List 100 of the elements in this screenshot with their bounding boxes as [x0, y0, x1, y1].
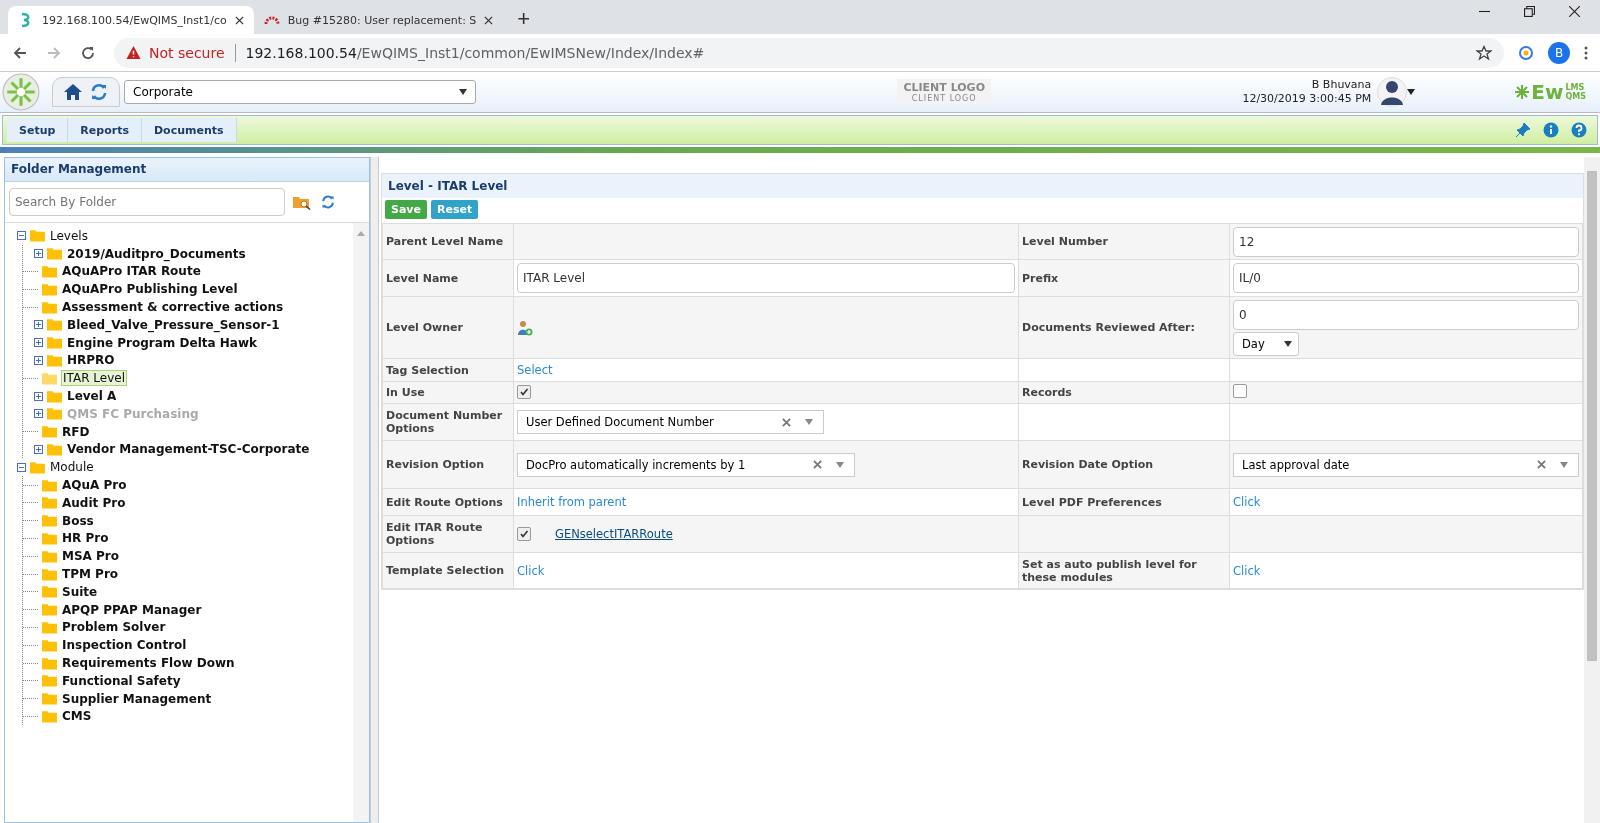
folder-icon	[42, 265, 57, 278]
tree-item[interactable]: ITAR Level	[61, 370, 127, 387]
folder-icon	[42, 496, 57, 510]
site-dropdown[interactable]: Corporate	[124, 80, 476, 104]
text-field[interactable]: ITAR Level	[517, 263, 1015, 293]
tree-item[interactable]: Suite	[61, 584, 99, 599]
info-icon[interactable]	[1543, 122, 1559, 138]
text-field[interactable]: IL/0	[1233, 263, 1579, 293]
link[interactable]: Click	[1233, 495, 1261, 509]
tree-item[interactable]: CMS	[61, 709, 93, 724]
checkbox[interactable]	[1233, 384, 1247, 398]
field-label: Revision Date Option	[1022, 458, 1154, 471]
tree-item[interactable]: 2019/Auditpro_Documents	[66, 246, 247, 261]
warning-icon	[126, 45, 141, 60]
tree-item[interactable]: Supplier Management	[61, 691, 213, 706]
tree-item[interactable]: TPM Pro	[61, 567, 120, 582]
tree-item[interactable]: Functional Safety	[61, 673, 182, 688]
tree-item[interactable]: Assessment & corrective actions	[61, 300, 285, 315]
route-link[interactable]: GENselectITARRoute	[555, 527, 673, 541]
browser-tab[interactable]: 192.168.100.54/EwQIMS_Inst1/co	[8, 6, 254, 34]
help-icon[interactable]	[1571, 122, 1587, 138]
tree-item[interactable]: Engine Program Delta Hawk	[66, 335, 258, 350]
address-bar[interactable]: Not secure 192.168.100.54/EwQIMS_Inst1/common/EwIMSNew/Index/Index#	[114, 37, 1504, 68]
add-user-icon[interactable]	[517, 319, 533, 336]
new-tab-button[interactable]: +	[511, 6, 537, 32]
link[interactable]: Click	[517, 563, 545, 578]
expander-icon[interactable]	[34, 338, 43, 348]
tree-item[interactable]: Requirements Flow Down	[61, 656, 236, 670]
home-icon[interactable]	[63, 82, 83, 102]
expander-icon[interactable]	[17, 462, 26, 472]
number-field[interactable]: 0	[1233, 299, 1579, 330]
tree-item[interactable]: AQuAPro Publishing Level	[61, 282, 239, 297]
clear-icon[interactable]	[781, 417, 791, 427]
checkbox[interactable]	[517, 385, 531, 399]
menu-icon[interactable]	[1584, 44, 1588, 61]
tree-item[interactable]: Levels	[49, 228, 89, 243]
menu-tab[interactable]: Setup	[7, 118, 69, 142]
link[interactable]: Select	[517, 363, 553, 377]
profile-avatar[interactable]: B	[1548, 41, 1570, 64]
close-icon[interactable]	[484, 15, 494, 25]
extension-icon[interactable]	[1518, 44, 1534, 61]
search-field[interactable]: Search By Folder	[9, 188, 285, 216]
tree-item[interactable]: HRPRO	[66, 353, 116, 368]
link[interactable]: Click	[1233, 563, 1261, 578]
scrollbar-thumb[interactable]	[1587, 171, 1597, 661]
expander-icon[interactable]	[34, 355, 43, 365]
tree-item[interactable]: Problem Solver	[61, 620, 167, 635]
folder-search-icon[interactable]	[293, 194, 311, 210]
splitter-handle[interactable]	[370, 157, 379, 823]
menu-tab[interactable]: Reports	[68, 118, 142, 142]
refresh-icon[interactable]	[319, 194, 337, 210]
tree-item[interactable]: MSA Pro	[61, 549, 120, 564]
tree-item[interactable]: RFD	[61, 424, 91, 439]
refresh-icon[interactable]	[89, 82, 109, 102]
restore-icon[interactable]	[1524, 5, 1535, 17]
tree-item[interactable]: Boss	[61, 513, 95, 528]
folder-icon	[47, 353, 62, 367]
unit-dropdown[interactable]: Day	[1233, 331, 1299, 356]
close-icon[interactable]	[234, 15, 244, 25]
menu-tab[interactable]: Documents	[141, 118, 237, 142]
field-label: Level Owner	[386, 321, 463, 334]
caret-icon	[1560, 461, 1568, 468]
field-label: Set as auto publish level for these modules	[1022, 557, 1197, 584]
tree-item[interactable]: AQuA Pro	[61, 478, 128, 493]
checkbox[interactable]	[517, 527, 531, 541]
caret-icon	[1284, 340, 1292, 347]
expander-icon[interactable]	[34, 249, 43, 259]
browser-tab[interactable]: Bug #15280: User replacement: S	[253, 6, 504, 34]
expander-icon[interactable]	[34, 444, 43, 454]
expander-icon[interactable]	[34, 320, 43, 330]
form-title: Level - ITAR Level	[382, 174, 1583, 198]
tree-item[interactable]: Level A	[66, 389, 118, 404]
tree-item[interactable]: Module	[49, 460, 95, 475]
select-dropdown[interactable]: User Defined Document Number	[517, 410, 824, 434]
field-label: Prefix	[1022, 271, 1059, 285]
clear-icon[interactable]	[1537, 460, 1546, 469]
caret-icon[interactable]	[1407, 89, 1416, 95]
expander-icon[interactable]	[34, 391, 43, 401]
folder-icon	[30, 460, 45, 474]
expander-icon[interactable]	[17, 231, 26, 241]
tree-item[interactable]: Vendor Management-TSC-Corporate	[66, 442, 311, 457]
tree-item[interactable]: Bleed_Valve_Pressure_Sensor-1	[66, 317, 281, 332]
folder-icon	[42, 282, 57, 296]
star-icon[interactable]	[1476, 44, 1492, 61]
clear-icon[interactable]	[813, 460, 823, 469]
tree-item[interactable]: Audit Pro	[61, 495, 127, 510]
back-icon[interactable]	[12, 44, 28, 61]
reload-icon[interactable]	[80, 44, 96, 61]
link[interactable]: Inherit from parent	[517, 495, 627, 509]
pin-icon[interactable]	[1515, 122, 1531, 138]
text-field[interactable]: 12	[1233, 226, 1579, 257]
tree-item[interactable]: AQuAPro ITAR Route	[61, 264, 202, 279]
avatar-icon[interactable]	[1377, 77, 1408, 107]
select-dropdown[interactable]: DocPro automatically increments by 1	[517, 452, 856, 477]
close-icon[interactable]	[1569, 5, 1580, 17]
tree-item[interactable]: Inspection Control	[61, 638, 188, 653]
tree-item[interactable]: HR Pro	[61, 531, 110, 546]
tree-item[interactable]: APQP PPAP Manager	[61, 602, 203, 617]
field-label: Template Selection	[386, 564, 505, 577]
select-dropdown[interactable]: Last approval date	[1233, 452, 1579, 477]
